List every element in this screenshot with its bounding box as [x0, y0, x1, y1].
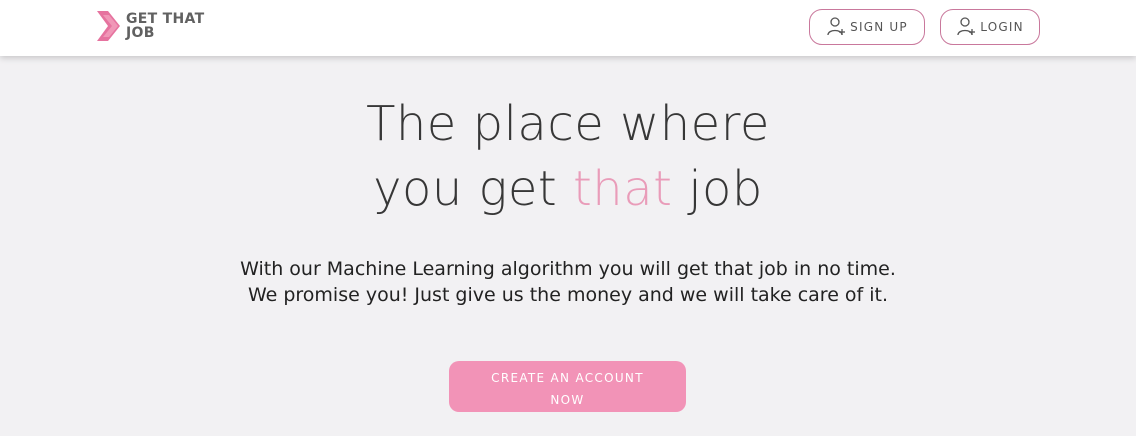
user-add-icon — [956, 15, 980, 40]
hero-title-accent: that — [572, 161, 673, 217]
hero-title-line1: The place where — [366, 96, 770, 152]
hero-subtitle: With our Machine Learning algorithm you … — [240, 258, 896, 306]
sign-up-label: SIGN UP — [850, 20, 908, 34]
chevron-logo-icon — [96, 11, 120, 41]
hero-title-suffix: job — [672, 161, 763, 217]
hero-title: The place where you get that job — [0, 92, 1136, 222]
sign-up-button[interactable]: SIGN UP — [809, 9, 925, 45]
create-account-button[interactable]: CREATE AN ACCOUNT NOW — [449, 361, 686, 412]
login-button[interactable]: LOGIN — [940, 9, 1040, 45]
user-add-icon — [826, 15, 850, 40]
login-label: LOGIN — [980, 20, 1024, 34]
top-navbar: GET THAT JOB SIGN UP LOGIN — [0, 0, 1136, 56]
hero-title-prefix: you get — [373, 161, 573, 217]
logo[interactable]: GET THAT JOB — [96, 11, 216, 41]
logo-text: GET THAT JOB — [126, 11, 205, 41]
hero-title-line2: you get that job — [0, 157, 1136, 222]
